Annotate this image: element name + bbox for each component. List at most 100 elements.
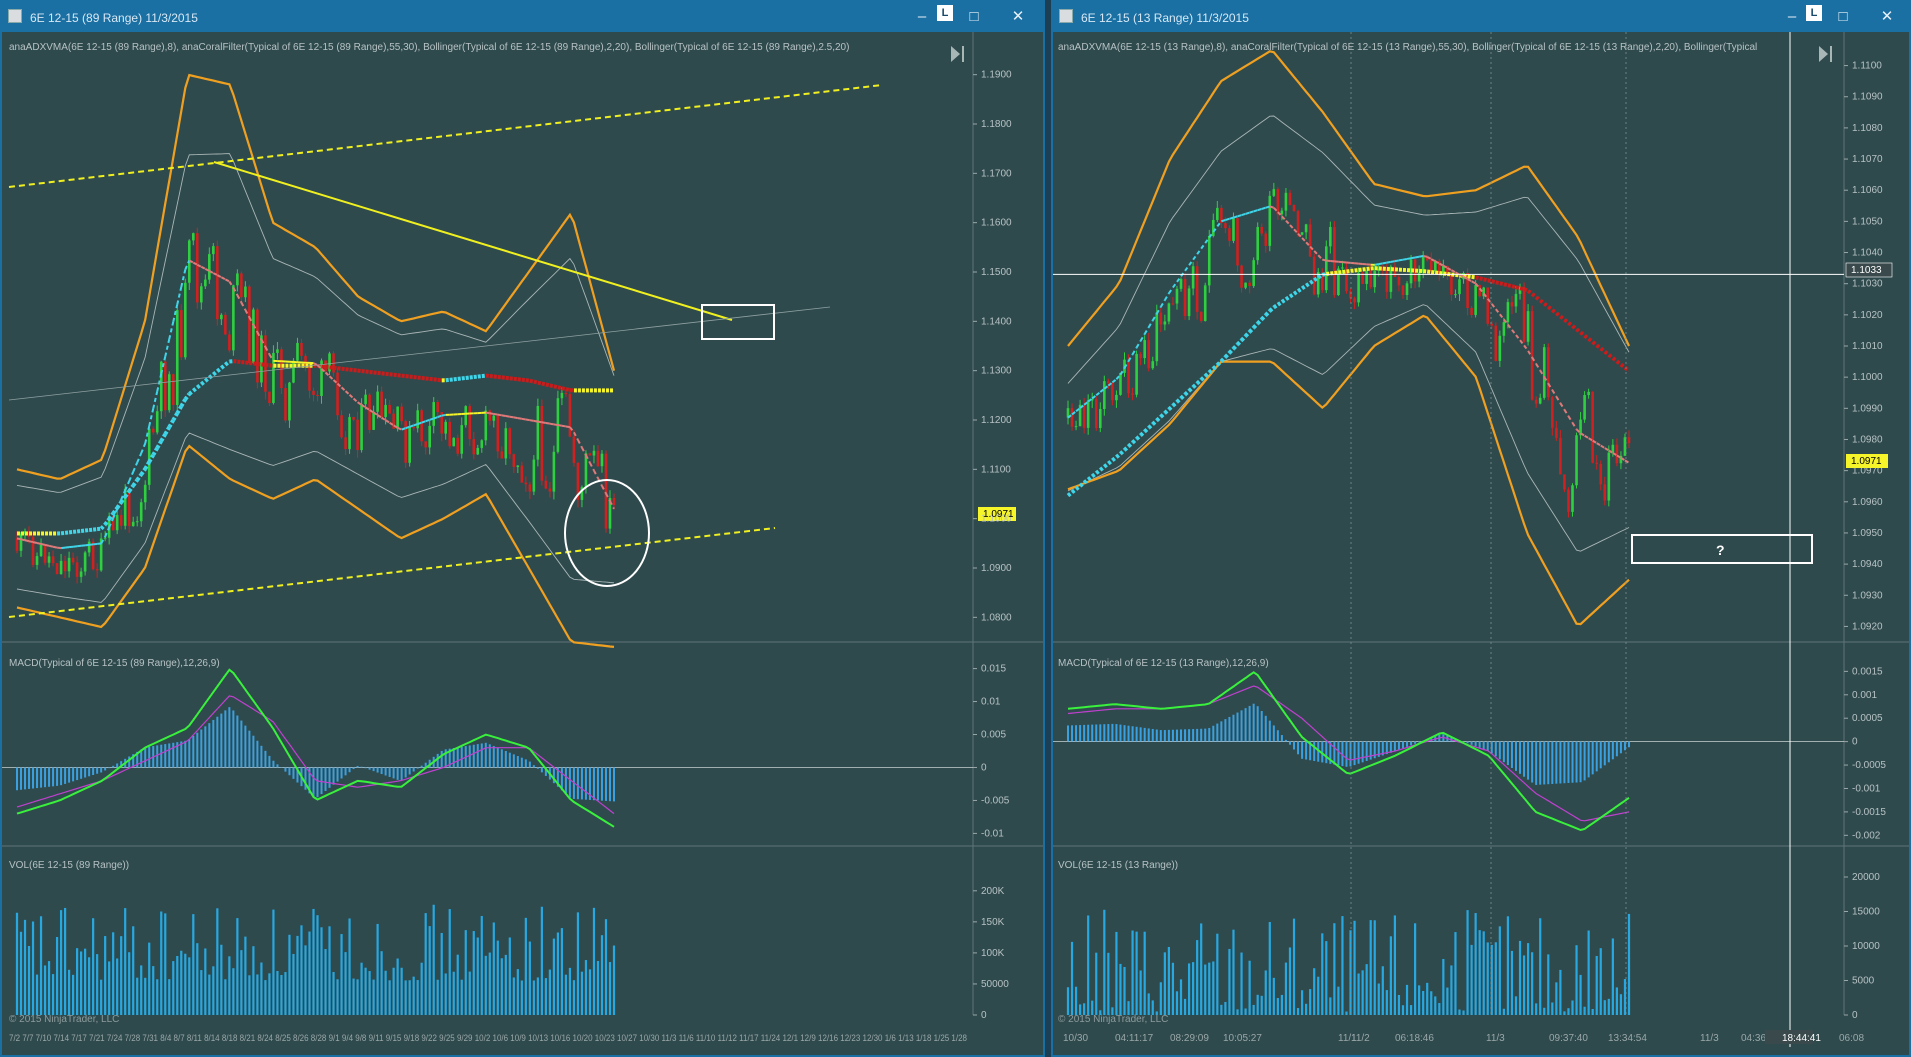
- macd-histogram-bar: [20, 767, 23, 790]
- candle-body: [460, 425, 464, 454]
- chart-app-icon: [8, 9, 22, 23]
- coral-filter-segment: [1171, 400, 1179, 408]
- candle-body: [1559, 437, 1562, 475]
- candle-body: [1244, 282, 1247, 288]
- adxvma-segment: [485, 411, 490, 415]
- left-chart-window[interactable]: 6E 12-15 (89 Range) 11/3/2015 L – □ ✕ an…: [0, 0, 1045, 1057]
- macd-histogram-bar: [596, 767, 599, 801]
- macd-histogram-bar: [356, 765, 359, 768]
- candle-body: [143, 484, 147, 503]
- adxvma-segment: [1188, 259, 1194, 266]
- candle-body: [75, 562, 79, 577]
- macd-histogram-bar: [396, 767, 399, 780]
- volume-bar: [1305, 1003, 1308, 1015]
- close-button[interactable]: ✕: [1006, 7, 1030, 27]
- adxvma-segment: [52, 545, 58, 549]
- candle-body: [480, 440, 484, 448]
- volume-bar: [1599, 948, 1602, 1015]
- macd-histogram-bar: [172, 742, 175, 768]
- macd-histogram-bar: [1135, 726, 1138, 742]
- link-button[interactable]: L: [1806, 5, 1822, 21]
- macd-histogram-bar: [1519, 741, 1522, 774]
- adxvma-segment: [1604, 447, 1610, 452]
- candle-body: [1216, 207, 1219, 220]
- maximize-button[interactable]: □: [962, 7, 986, 27]
- macd-histogram-bar: [472, 744, 475, 768]
- close-button[interactable]: ✕: [1875, 7, 1899, 27]
- candle-body: [1082, 404, 1086, 428]
- volume-bar: [324, 949, 327, 1015]
- volume-bar: [1091, 1000, 1094, 1015]
- volume-bar: [124, 908, 127, 1015]
- right-titlebar[interactable]: 6E 12-15 (13 Range) 11/3/2015 – L □ ✕: [1053, 2, 1909, 32]
- volume-bar: [148, 942, 151, 1015]
- adxvma-segment: [517, 417, 523, 420]
- volume-bar: [1389, 936, 1392, 1015]
- minimize-button[interactable]: –: [1780, 7, 1804, 27]
- macd-histogram-bar: [1510, 741, 1513, 768]
- volume-bar: [1385, 990, 1388, 1015]
- macd-histogram-bar: [1502, 741, 1505, 763]
- volume-bar: [96, 954, 99, 1015]
- coral-filter-segment: [1587, 337, 1594, 344]
- macd-histogram-bar: [1236, 712, 1239, 742]
- time-axis-label: 13:34:54: [1608, 1033, 1647, 1044]
- right-chart-window[interactable]: 6E 12-15 (13 Range) 11/3/2015 – L □ ✕ an…: [1051, 0, 1911, 1057]
- adxvma-segment: [20, 538, 26, 542]
- right-chart-canvas[interactable]: anaADXVMA(6E 12-15 (13 Range),8), anaCor…: [1053, 32, 1909, 1055]
- macd-histogram-bar: [1498, 741, 1501, 760]
- left-chart-canvas[interactable]: anaADXVMA(6E 12-15 (89 Range),8), anaCor…: [2, 32, 1043, 1055]
- volume-bar: [1522, 955, 1526, 1015]
- candle-body: [1627, 437, 1631, 444]
- volume-bar: [236, 918, 239, 1015]
- macd-histogram-bar: [528, 761, 531, 768]
- macd-tick-label: 0: [1852, 737, 1858, 748]
- right-window-title: 6E 12-15 (13 Range) 11/3/2015: [1081, 11, 1249, 25]
- adxvma-segment: [1422, 255, 1428, 258]
- volume-bar: [1284, 962, 1288, 1015]
- link-button[interactable]: L: [937, 5, 953, 21]
- macd-histogram-bar: [64, 767, 67, 784]
- coral-filter-segment: [1244, 330, 1252, 338]
- candle-body: [368, 394, 371, 430]
- minimize-button[interactable]: –: [910, 7, 934, 27]
- macd-histogram-bar: [40, 767, 43, 788]
- volume-bar: [604, 919, 608, 1015]
- volume-bar: [80, 951, 83, 1015]
- volume-bar: [1583, 1006, 1586, 1015]
- maximize-button[interactable]: □: [1831, 7, 1855, 27]
- candle-body: [1268, 195, 1272, 246]
- left-titlebar[interactable]: 6E 12-15 (89 Range) 11/3/2015 L – □ ✕: [2, 2, 1043, 32]
- volume-bar: [480, 916, 483, 1015]
- candle-body: [43, 544, 47, 563]
- candle-body: [1107, 381, 1110, 384]
- macd-histogram-bar: [60, 767, 63, 786]
- macd-histogram-bar: [288, 767, 291, 776]
- macd-histogram-bar: [1264, 715, 1267, 742]
- coral-filter-segment: [1183, 389, 1191, 397]
- volume-bar: [1450, 965, 1453, 1015]
- volume-bar: [43, 965, 47, 1015]
- macd-histogram-bar: [1571, 741, 1574, 783]
- volume-bar: [416, 980, 419, 1015]
- volume-bar: [1107, 952, 1110, 1015]
- candle-body: [528, 484, 532, 492]
- adxvma-segment: [1450, 269, 1456, 274]
- candle-body: [1494, 325, 1498, 361]
- volume-bar: [47, 961, 51, 1015]
- volume-bar: [71, 974, 75, 1015]
- macd-histogram-bar: [1583, 741, 1586, 781]
- candle-body: [316, 394, 319, 396]
- coral-filter-segment: [533, 379, 539, 385]
- volume-bar: [492, 922, 495, 1015]
- volume-bar: [1260, 995, 1263, 1015]
- macd-histogram-bar: [412, 767, 415, 772]
- candle-body: [159, 361, 163, 412]
- coral-filter-segment: [1151, 418, 1159, 426]
- macd-histogram-bar: [1127, 725, 1130, 742]
- coral-filter-segment: [1300, 284, 1308, 291]
- macd-histogram-bar: [332, 767, 335, 785]
- volume-bar: [344, 952, 347, 1015]
- coral-filter-segment: [1547, 305, 1554, 312]
- adxvma-segment: [545, 421, 551, 425]
